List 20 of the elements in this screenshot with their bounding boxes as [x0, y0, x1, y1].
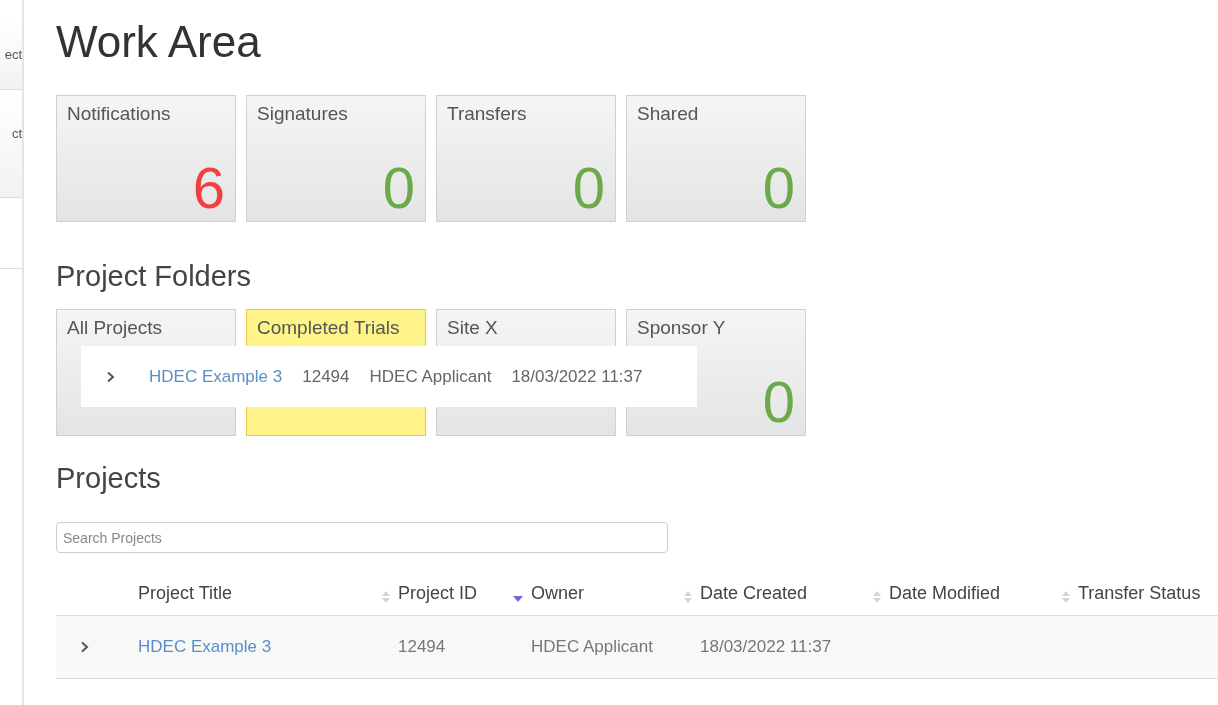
table-cell: 18/03/2022 11:37: [700, 637, 832, 656]
tile-count: 0: [572, 155, 605, 221]
section-heading: Project Folders: [56, 259, 252, 294]
tile-label: Site X: [447, 317, 498, 339]
tile-label: Completed Trials: [257, 317, 400, 339]
section-heading: Projects: [56, 461, 162, 496]
table-cell: HDEC Applicant: [531, 637, 653, 656]
tile-label: Sponsor Y: [637, 317, 726, 339]
tile-label: Shared: [637, 103, 699, 125]
tile-label: All Projects: [67, 317, 163, 339]
tile-count: 6: [192, 155, 225, 221]
tile-label: Transfers: [447, 103, 527, 125]
table-cell: 12494: [398, 637, 446, 656]
tile-label: Notifications: [67, 103, 171, 125]
tile-count: 0: [762, 369, 795, 435]
page-title: Work Area: [56, 16, 262, 68]
tile-label: Signatures: [257, 103, 348, 125]
project-id: 12494: [302, 366, 350, 387]
tile-count: 0: [382, 155, 415, 221]
tile-count: 0: [762, 155, 795, 221]
